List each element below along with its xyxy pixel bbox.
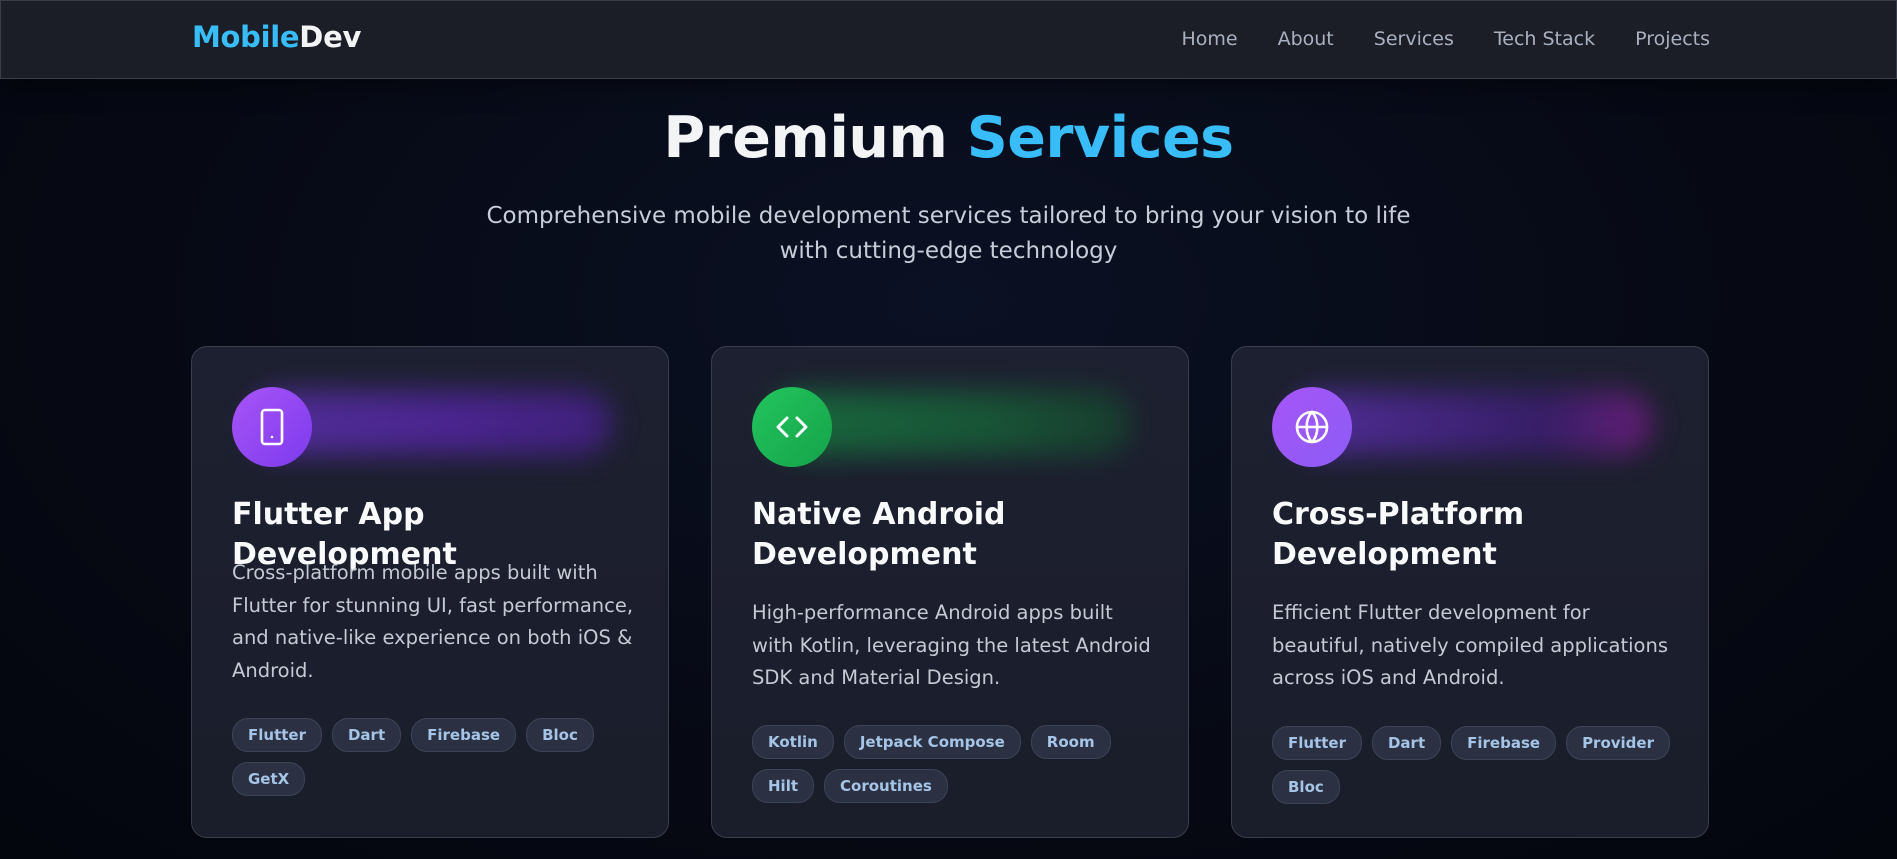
tag: Firebase xyxy=(411,718,517,752)
card-title: Cross-Platform Development xyxy=(1272,497,1525,572)
page: MobileDev Home About Services Tech Stack… xyxy=(0,0,1897,859)
section-title-premium: Premium xyxy=(663,105,948,171)
tag: Coroutines xyxy=(824,769,948,803)
tag: Hilt xyxy=(752,769,815,803)
code-icon xyxy=(776,416,808,438)
card-description: Cross-platform mobile apps built with Fl… xyxy=(232,561,634,682)
tag: Flutter xyxy=(1272,726,1362,760)
icon-badge xyxy=(752,387,832,467)
service-card-android[interactable]: Native Android Development High-performa… xyxy=(711,346,1189,838)
nav-links: Home About Services Tech Stack Projects xyxy=(1181,28,1710,50)
nav-link-about[interactable]: About xyxy=(1278,28,1334,50)
nav-link-projects[interactable]: Projects xyxy=(1635,28,1710,50)
logo[interactable]: MobileDev xyxy=(192,20,361,54)
smartphone-icon xyxy=(260,408,284,446)
logo-text-dev: Dev xyxy=(299,20,362,54)
nav-link-home[interactable]: Home xyxy=(1181,28,1237,50)
tag: GetX xyxy=(232,762,306,796)
card-title: Native Android Development xyxy=(752,497,1006,572)
tag-list: Flutter Dart Firebase Bloc GetX xyxy=(232,718,652,796)
tag: Bloc xyxy=(526,718,594,752)
tag-list: Kotlin Jetpack Compose Room Hilt Corouti… xyxy=(752,725,1172,803)
nav-link-services[interactable]: Services xyxy=(1374,28,1454,50)
section-title: Premium Services xyxy=(0,105,1897,171)
service-card-flutter[interactable]: Flutter App Development Cross-platform m… xyxy=(191,346,669,838)
icon-badge xyxy=(1272,387,1352,467)
navbar: MobileDev Home About Services Tech Stack… xyxy=(0,0,1897,79)
tag: Dart xyxy=(331,718,402,752)
tag: Provider xyxy=(1566,726,1670,760)
logo-text-mobile: Mobile xyxy=(192,20,300,54)
tag: Jetpack Compose xyxy=(843,725,1021,759)
section-subtitle: Comprehensive mobile development service… xyxy=(486,203,1411,264)
card-description: Efficient Flutter development for beauti… xyxy=(1272,601,1669,689)
card-description: High-performance Android apps built with… xyxy=(752,601,1151,689)
icon-badge xyxy=(232,387,312,467)
tag: Kotlin xyxy=(752,725,834,759)
service-card-cross-platform[interactable]: Cross-Platform Development Efficient Flu… xyxy=(1231,346,1709,838)
globe-icon xyxy=(1295,410,1329,444)
tag: Flutter xyxy=(232,718,322,752)
tag: Dart xyxy=(1371,726,1442,760)
nav-link-tech-stack[interactable]: Tech Stack xyxy=(1494,28,1595,50)
tag: Bloc xyxy=(1272,770,1340,804)
section-title-services: Services xyxy=(966,105,1234,171)
tag: Firebase xyxy=(1451,726,1557,760)
tag-list: Flutter Dart Firebase Provider Bloc xyxy=(1272,726,1692,804)
tag: Room xyxy=(1030,725,1111,759)
